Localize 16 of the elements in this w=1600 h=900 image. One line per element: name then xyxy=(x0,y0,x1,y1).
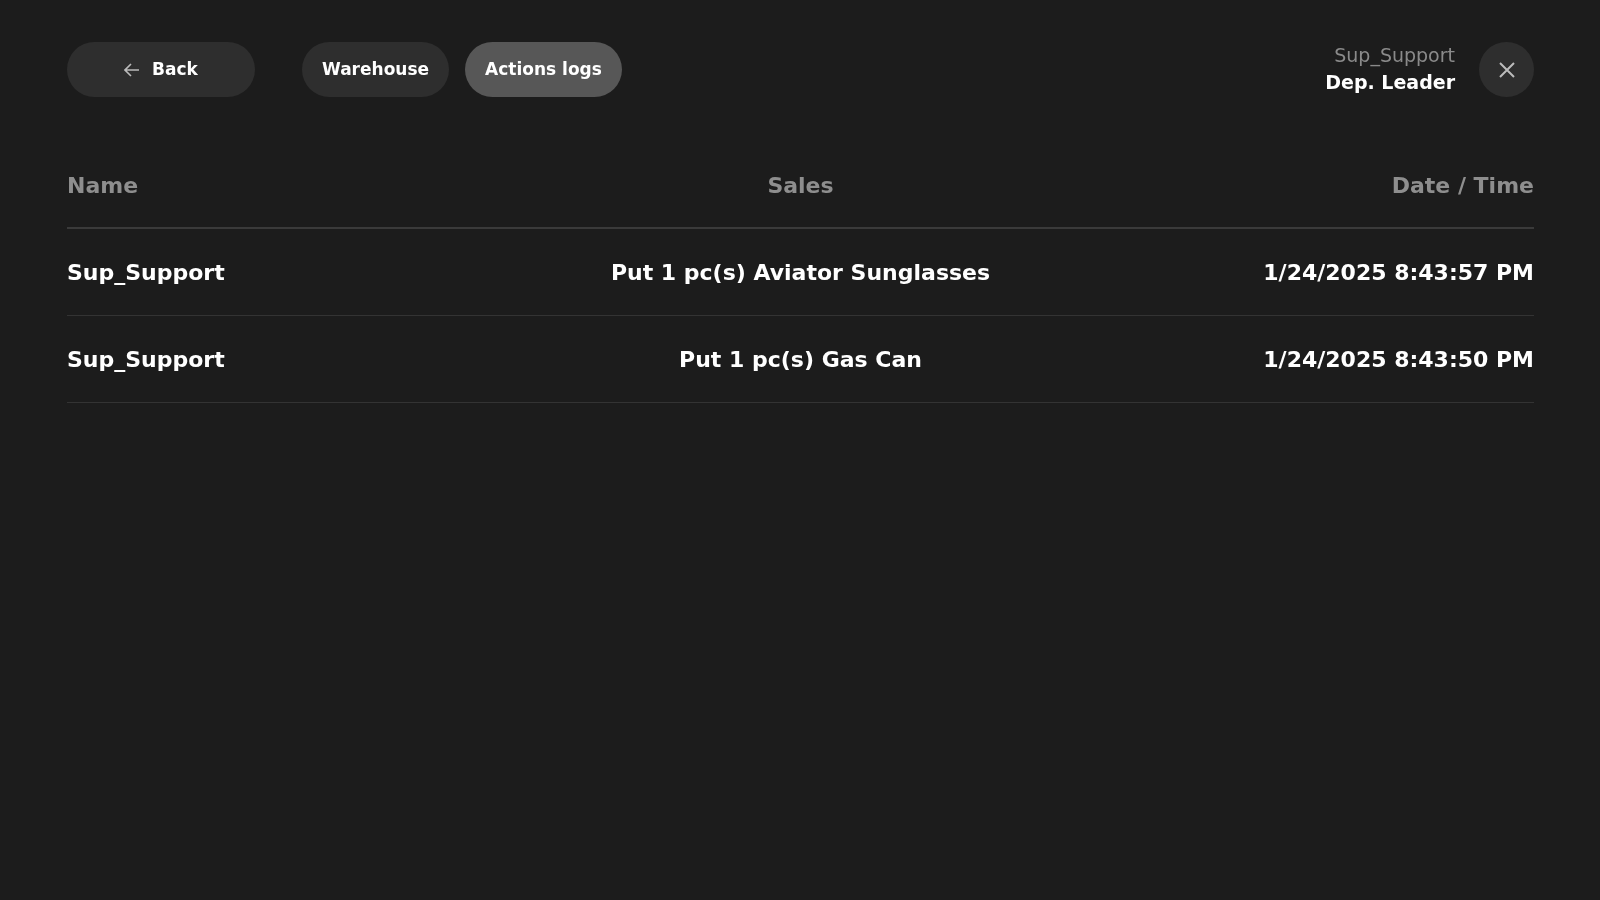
table-cell: Sup_Support xyxy=(67,259,225,285)
nav-tab[interactable]: Actions logs xyxy=(465,42,622,97)
table-cell: 1/24/2025 8:43:57 PM xyxy=(1263,259,1534,285)
column-header: Sales xyxy=(767,172,834,198)
close-icon xyxy=(1496,59,1517,80)
user-role: Dep. Leader xyxy=(1325,69,1455,95)
column-header: Date / Time xyxy=(1391,172,1534,198)
user-name: Sup_Support xyxy=(1333,42,1455,68)
back-button[interactable]: Back xyxy=(67,42,255,97)
table-cell: Put 1 pc(s) Aviator Sunglasses xyxy=(610,259,991,285)
nav-tab[interactable]: Warehouse xyxy=(302,42,450,97)
back-arrow-icon xyxy=(124,62,141,77)
column-header: Name xyxy=(67,172,139,198)
table-cell: Put 1 pc(s) Gas Can xyxy=(679,346,922,372)
table-cell: 1/24/2025 8:43:50 PM xyxy=(1263,346,1534,372)
table-cell: Sup_Support xyxy=(67,346,225,372)
